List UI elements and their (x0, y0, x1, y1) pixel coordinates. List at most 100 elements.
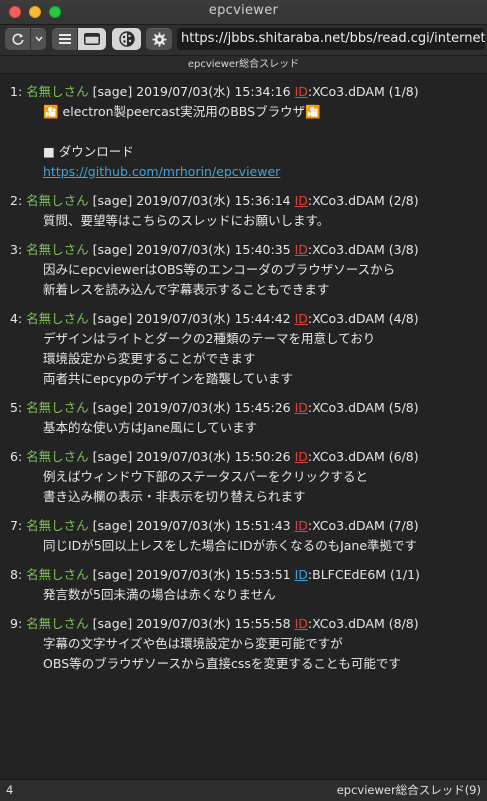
status-bar[interactable]: 4 epcviewer総合スレッド(9) (0, 779, 487, 801)
post-body: 発言数が5回未満の場合は赤くなりません (10, 585, 487, 605)
post-date: 2019/07/03(水) 15:36:14 (136, 193, 291, 208)
post-header: 2: 名無しさん [sage] 2019/07/03(水) 15:36:14 I… (10, 191, 487, 211)
poster-id-link[interactable]: ID (295, 567, 308, 582)
post-text-line: 発言数が5回未満の場合は赤くなりません (43, 587, 276, 602)
post-date: 2019/07/03(水) 15:34:16 (136, 84, 291, 99)
theme-button[interactable] (112, 28, 141, 50)
poster-name: 名無しさん (26, 616, 89, 631)
post-header: 6: 名無しさん [sage] 2019/07/03(水) 15:50:26 I… (10, 447, 487, 467)
post-text-line: 両者共にepcypのデザインを踏襲しています (43, 371, 293, 386)
post-date: 2019/07/03(水) 15:45:26 (136, 400, 291, 415)
gear-icon (151, 31, 167, 47)
poster-id-value: :XCo3.dDAM (2/8) (307, 193, 419, 208)
post-text-line: 基本的な使い方はJane風にしています (43, 420, 258, 435)
poster-name: 名無しさん (26, 193, 89, 208)
poster-name: 名無しさん (26, 449, 89, 464)
post-number: 4: (10, 311, 23, 326)
post-header: 3: 名無しさん [sage] 2019/07/03(水) 15:40:35 I… (10, 240, 487, 260)
post-text-line: 新着レスを読み込んで字幕表示することもできます (43, 282, 330, 297)
post-item: 5: 名無しさん [sage] 2019/07/03(水) 15:45:26 I… (10, 398, 487, 438)
poster-mail: [sage] (92, 84, 133, 99)
post-date: 2019/07/03(水) 15:40:35 (136, 242, 291, 257)
post-item: 1: 名無しさん [sage] 2019/07/03(水) 15:34:16 I… (10, 82, 487, 182)
post-number: 7: (10, 518, 23, 533)
post-header: 9: 名無しさん [sage] 2019/07/03(水) 15:55:58 I… (10, 614, 487, 634)
poster-name: 名無しさん (26, 518, 89, 533)
poster-id-link[interactable]: ID (295, 518, 308, 533)
poster-mail: [sage] (92, 242, 133, 257)
toolbar: https://jbbs.shitaraba.net/bbs/read.cgi/… (0, 25, 487, 55)
post-date: 2019/07/03(水) 15:51:43 (136, 518, 291, 533)
post-header: 8: 名無しさん [sage] 2019/07/03(水) 15:53:51 I… (10, 565, 487, 585)
post-number: 8: (10, 567, 23, 582)
poster-mail: [sage] (92, 567, 133, 582)
poster-id-link[interactable]: ID (295, 449, 308, 464)
download-link[interactable]: https://github.com/mrhorin/epcviewer (43, 162, 487, 182)
poster-id-value: :XCo3.dDAM (1/8) (307, 84, 419, 99)
post-date: 2019/07/03(水) 15:50:26 (136, 449, 291, 464)
post-date: 2019/07/03(水) 15:53:51 (136, 567, 291, 582)
poster-name: 名無しさん (26, 242, 89, 257)
settings-button[interactable] (146, 28, 172, 50)
poster-id-value: :BLFCEdE6M (1/1) (307, 567, 420, 582)
poster-name: 名無しさん (26, 311, 89, 326)
poster-name: 名無しさん (26, 84, 89, 99)
post-item: 8: 名無しさん [sage] 2019/07/03(水) 15:53:51 I… (10, 565, 487, 605)
post-text-line: 書き込み欄の表示・非表示を切り替えられます (43, 489, 306, 504)
poster-id-value: :XCo3.dDAM (5/8) (307, 400, 419, 415)
poster-name: 名無しさん (26, 567, 89, 582)
post-item: 2: 名無しさん [sage] 2019/07/03(水) 15:36:14 I… (10, 191, 487, 231)
url-input[interactable]: https://jbbs.shitaraba.net/bbs/read.cgi/… (177, 28, 485, 50)
toggle-panel-button[interactable] (78, 28, 106, 50)
poster-id-link[interactable]: ID (295, 400, 308, 415)
post-text-line: 同じIDが5回以上レスをした場合にIDが赤くなるのもJane準拠です (43, 538, 418, 553)
reload-icon (11, 33, 24, 45)
poster-mail: [sage] (92, 616, 133, 631)
post-number: 6: (10, 449, 23, 464)
chevron-down-icon (34, 36, 43, 42)
post-item: 3: 名無しさん [sage] 2019/07/03(水) 15:40:35 I… (10, 240, 487, 300)
post-item: 9: 名無しさん [sage] 2019/07/03(水) 15:55:58 I… (10, 614, 487, 674)
app-window: epcviewer https://jbbs.shitaraba.net/bbs… (0, 0, 487, 801)
post-text-line: 🎦 electron製peercast実況用のBBSブラウザ🎦 (43, 104, 321, 119)
post-header: 1: 名無しさん [sage] 2019/07/03(水) 15:34:16 I… (10, 82, 487, 102)
reload-options-button[interactable] (31, 28, 46, 50)
poster-id-value: :XCo3.dDAM (3/8) (307, 242, 419, 257)
post-body: 同じIDが5回以上レスをした場合にIDが赤くなるのもJane準拠です (10, 536, 487, 556)
theme-icon (118, 31, 135, 47)
post-header: 4: 名無しさん [sage] 2019/07/03(水) 15:44:42 I… (10, 309, 487, 329)
post-list: 1: 名無しさん [sage] 2019/07/03(水) 15:34:16 I… (0, 74, 487, 778)
poster-id-link[interactable]: ID (295, 616, 308, 631)
post-body: 基本的な使い方はJane風にしています (10, 418, 487, 438)
poster-id-link[interactable]: ID (295, 242, 308, 257)
status-count: 4 (6, 783, 14, 797)
poster-id-link[interactable]: ID (295, 311, 308, 326)
post-text-line: 因みにepcviewerはOBS等のエンコーダのブラウザソースから (43, 262, 396, 277)
post-number: 5: (10, 400, 23, 415)
poster-mail: [sage] (92, 311, 133, 326)
poster-mail: [sage] (92, 400, 133, 415)
poster-id-value: :XCo3.dDAM (4/8) (307, 311, 419, 326)
post-date: 2019/07/03(水) 15:55:58 (136, 616, 291, 631)
post-item: 7: 名無しさん [sage] 2019/07/03(水) 15:51:43 I… (10, 516, 487, 556)
post-body: 質問、要望等はこちらのスレッドにお願いします。 (10, 211, 487, 231)
post-text-line: OBS等のブラウザソースから直接cssを変更することも可能です (43, 656, 401, 671)
post-text-line: 例えばウィンドウ下部のステータスバーをクリックすると (43, 469, 369, 484)
post-number: 9: (10, 616, 23, 631)
window-title: epcviewer (208, 3, 279, 18)
status-thread-title: epcviewer総合スレッド(9) (336, 783, 481, 797)
poster-mail: [sage] (92, 518, 133, 533)
poster-id-link[interactable]: ID (295, 193, 308, 208)
poster-mail: [sage] (92, 193, 133, 208)
thread-list-button[interactable] (52, 28, 77, 50)
poster-mail: [sage] (92, 449, 133, 464)
post-body: 例えばウィンドウ下部のステータスバーをクリックすると 書き込み欄の表示・非表示を切… (10, 467, 487, 507)
reload-button[interactable] (5, 28, 30, 50)
thread-title-bar: epcviewer総合スレッド (0, 55, 487, 74)
post-header: 7: 名無しさん [sage] 2019/07/03(水) 15:51:43 I… (10, 516, 487, 536)
poster-id-link[interactable]: ID (295, 84, 308, 99)
title-bar[interactable]: epcviewer (0, 0, 487, 25)
post-item: 6: 名無しさん [sage] 2019/07/03(水) 15:50:26 I… (10, 447, 487, 507)
poster-id-value: :XCo3.dDAM (7/8) (307, 518, 419, 533)
list-icon (58, 34, 71, 44)
